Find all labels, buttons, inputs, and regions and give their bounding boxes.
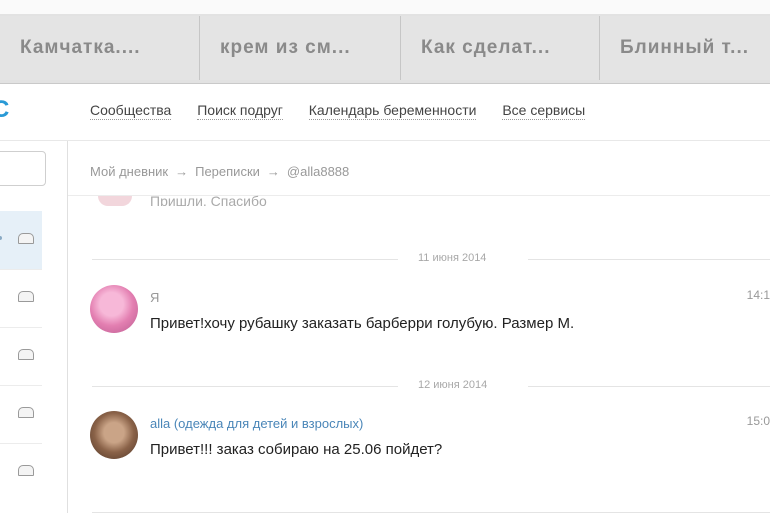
breadcrumb-arrow: → [175, 164, 189, 179]
conversation-list-item[interactable] [0, 211, 42, 270]
message-author: Я [150, 290, 160, 305]
breadcrumb-correspondence[interactable]: Переписки [195, 164, 260, 179]
message-time: 14:1 [746, 288, 770, 302]
browser-tab-strip: Камчатка.... крем из см... Как сделат...… [0, 0, 770, 84]
conversation-list-item[interactable] [0, 269, 42, 328]
message-text: Привет!!! заказ собираю на 25.06 пойдет? [150, 441, 443, 458]
avatar[interactable] [90, 285, 138, 333]
message-text: Привет!хочу рубашку заказать барберри го… [150, 315, 575, 332]
date-label: 12 июня 2014 [418, 379, 488, 391]
site-logo[interactable]: C [0, 96, 9, 124]
nav-communities[interactable]: Сообщества [90, 102, 172, 120]
header-divider [0, 140, 770, 141]
previous-message-fragment: Пришли. Спасибо [150, 193, 267, 206]
breadcrumb-my-diary[interactable]: Мой дневник [90, 164, 168, 179]
browser-tab-2[interactable]: крем из см... [199, 16, 401, 80]
conversation-list-item[interactable] [0, 327, 42, 386]
conversation-list-item[interactable] [0, 443, 42, 501]
breadcrumb-arrow: → [266, 164, 280, 179]
browser-tab-3[interactable]: Как сделат... [400, 16, 600, 80]
date-separator: 11 июня 2014 [92, 252, 770, 266]
nav-all-services[interactable]: Все сервисы [502, 102, 586, 120]
envelope-icon [18, 465, 34, 476]
nav-pregnancy-calendar[interactable]: Календарь беременности [308, 102, 477, 120]
envelope-icon [18, 349, 34, 360]
conversation-search-input[interactable] [0, 151, 46, 186]
envelope-icon [18, 233, 34, 244]
message-time: 15:0 [746, 414, 770, 428]
browser-tab-1[interactable]: Камчатка.... [0, 16, 200, 80]
conversation-list-item[interactable] [0, 385, 42, 444]
date-label: 11 июня 2014 [418, 252, 487, 264]
message-item: Я 14:1 Привет!хочу рубашку заказать барб… [90, 285, 770, 335]
date-separator: 12 июня 2014 [92, 379, 770, 393]
envelope-icon [18, 407, 34, 418]
avatar[interactable] [90, 411, 138, 459]
breadcrumb-username: @alla8888 [286, 164, 350, 179]
message-item: alla (одежда для детей и взрослых) 15:0 … [90, 411, 770, 461]
top-nav: Сообщества Поиск подруг Календарь береме… [90, 102, 607, 120]
breadcrumb: Мой дневник → Переписки → @alla8888 [90, 164, 349, 179]
previous-avatar [98, 196, 132, 206]
nav-find-friends[interactable]: Поиск подруг [197, 102, 283, 120]
envelope-icon [18, 291, 34, 302]
browser-tab-4[interactable]: Блинный т... [599, 16, 770, 80]
conversation-sidebar [0, 141, 68, 513]
message-author-link[interactable]: alla (одежда для детей и взрослых) [150, 416, 363, 431]
unread-dot [0, 236, 2, 240]
